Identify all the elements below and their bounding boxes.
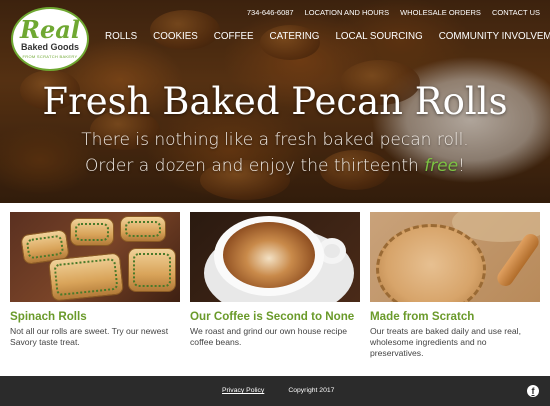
- roll-shape: [70, 218, 114, 246]
- hero-title: Fresh Baked Pecan Rolls: [42, 80, 508, 123]
- card-spinach-rolls[interactable]: Spinach Rolls Not all our rolls are swee…: [10, 212, 180, 359]
- latte-art-shape: [223, 222, 315, 288]
- card-text: Not all our rolls are sweet. Try our new…: [10, 326, 169, 347]
- copyright-text: Copyright 2017: [288, 387, 335, 394]
- card-text: Our treats are baked daily and use real,…: [370, 326, 521, 358]
- card-title[interactable]: Spinach Rolls: [10, 310, 180, 323]
- nav-item-coffee[interactable]: COFFEE: [214, 31, 254, 42]
- phone-link[interactable]: 734-646-6087: [247, 8, 294, 17]
- hero-tagline: There is nothing like a fresh baked peca…: [81, 130, 469, 150]
- coffee-image[interactable]: [190, 212, 360, 302]
- hero-offer: Order a dozen and enjoy the thirteenth f…: [0, 156, 550, 176]
- roll-shape: [128, 248, 176, 292]
- nav-item-community-involvement[interactable]: COMMUNITY INVOLVEMENT: [439, 31, 550, 42]
- brand-logo[interactable]: Real Baked Goods FROM SCRATCH BAKERY: [11, 7, 89, 71]
- card-coffee[interactable]: Our Coffee is Second to None We roast an…: [190, 212, 360, 359]
- hero-offer-free: free: [424, 156, 459, 176]
- wholesale-orders-link[interactable]: WHOLESALE ORDERS: [400, 8, 481, 17]
- location-hours-link[interactable]: LOCATION AND HOURS: [305, 8, 389, 17]
- site-footer: Privacy Policy Copyright 2017 f: [0, 376, 550, 406]
- pie-crust-image[interactable]: [370, 212, 540, 302]
- hero-banner: Real Baked Goods FROM SCRATCH BAKERY 734…: [0, 0, 550, 203]
- logo-word: Real: [20, 15, 80, 44]
- utility-nav: 734-646-6087 LOCATION AND HOURS WHOLESAL…: [247, 8, 540, 17]
- spinach-rolls-image[interactable]: [10, 212, 180, 302]
- card-text: We roast and grind our own house recipe …: [190, 326, 348, 347]
- main-nav: ROLLS COOKIES COFFEE CATERING LOCAL SOUR…: [105, 31, 550, 42]
- feature-cards: Spinach Rolls Not all our rolls are swee…: [10, 212, 540, 359]
- contact-us-link[interactable]: CONTACT US: [492, 8, 540, 17]
- nav-item-cookies[interactable]: COOKIES: [153, 31, 198, 42]
- facebook-icon[interactable]: f: [527, 385, 539, 397]
- hero-offer-text: Order a dozen and enjoy the thirteenth: [85, 156, 425, 176]
- card-title[interactable]: Made from Scratch: [370, 310, 540, 323]
- footer-links: Privacy Policy Copyright 2017: [222, 387, 334, 394]
- roll-shape: [48, 252, 124, 302]
- nav-item-catering[interactable]: CATERING: [270, 31, 320, 42]
- nav-item-local-sourcing[interactable]: LOCAL SOURCING: [335, 31, 422, 42]
- nav-item-rolls[interactable]: ROLLS: [105, 31, 137, 42]
- hero-offer-suffix: !: [458, 156, 465, 176]
- card-title[interactable]: Our Coffee is Second to None: [190, 310, 360, 323]
- logo-subtitle: Baked Goods: [20, 42, 79, 52]
- privacy-policy-link[interactable]: Privacy Policy: [222, 387, 264, 394]
- roll-shape: [120, 216, 166, 242]
- card-made-from-scratch[interactable]: Made from Scratch Our treats are baked d…: [370, 212, 540, 359]
- logo-tagline: FROM SCRATCH BAKERY: [22, 54, 78, 59]
